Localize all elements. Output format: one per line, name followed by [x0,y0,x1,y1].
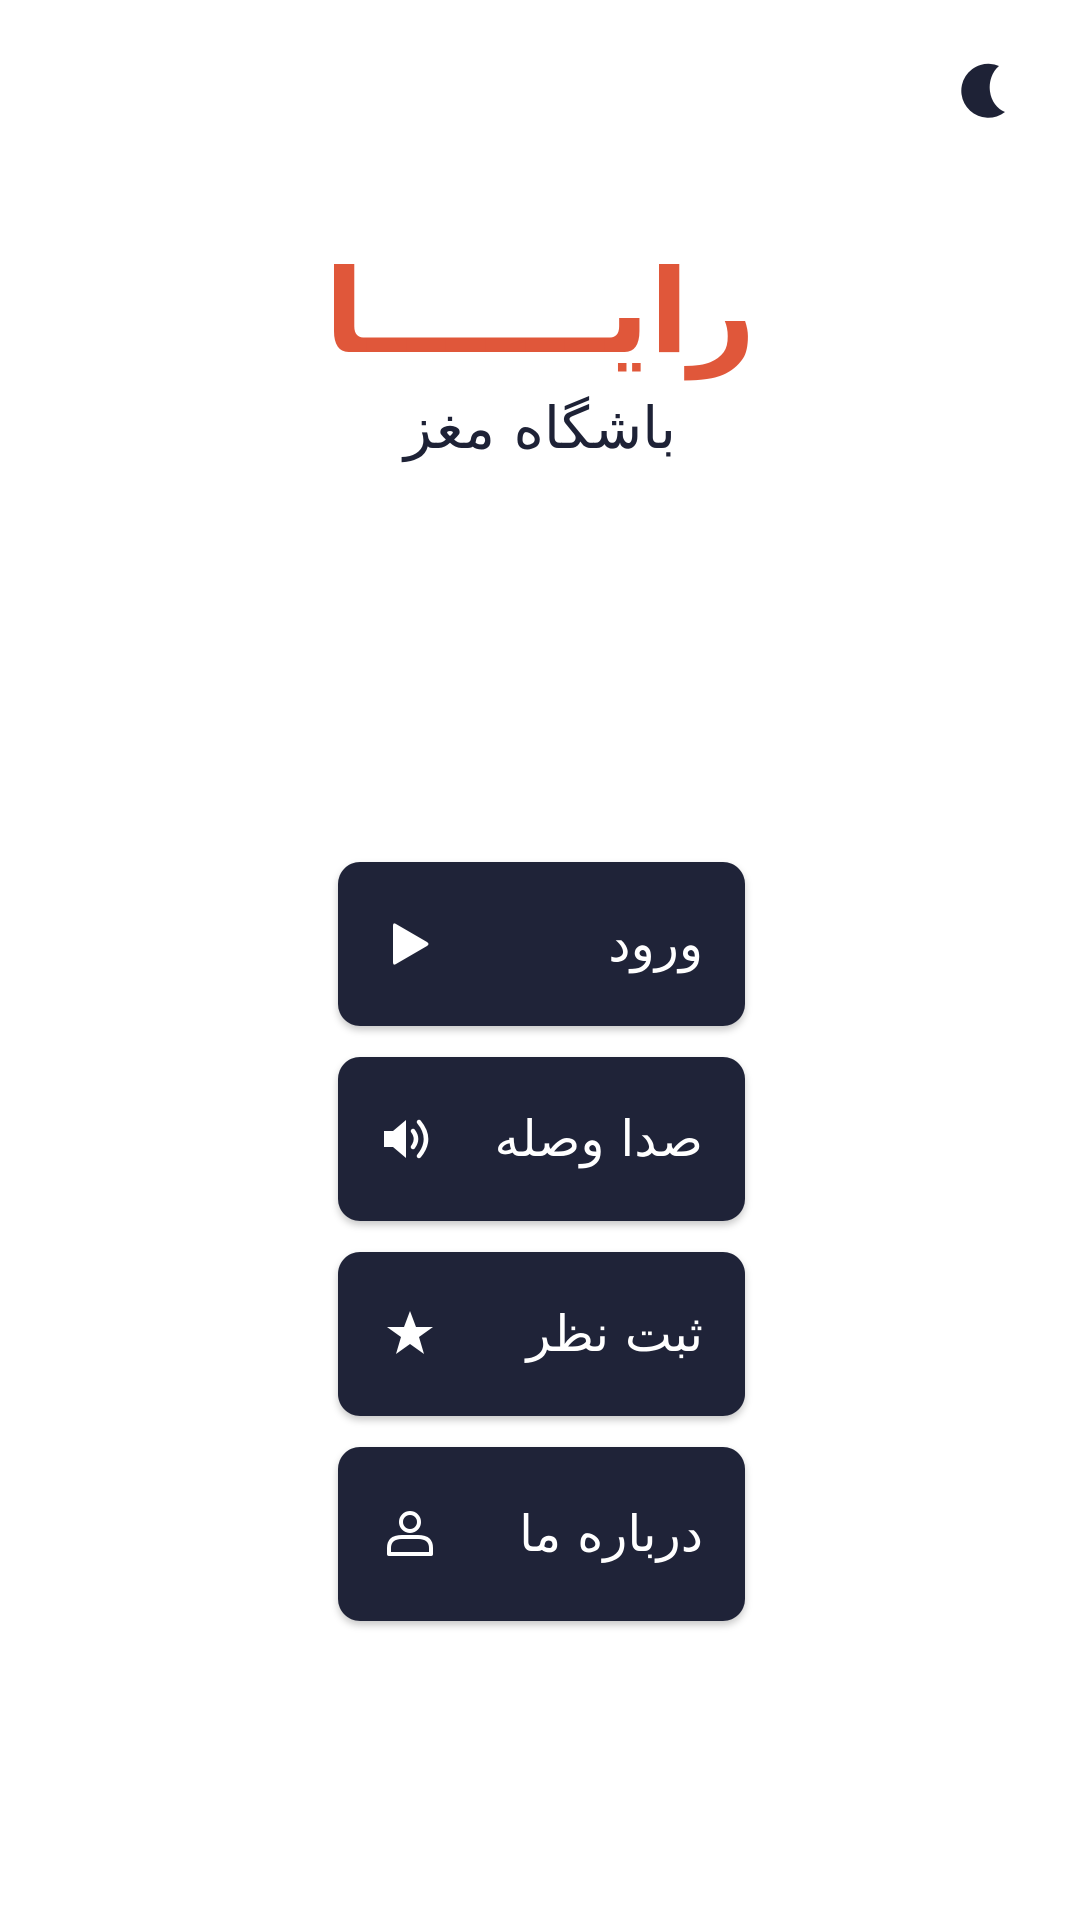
feedback-button[interactable]: ثبت نظر [338,1252,745,1416]
sound-button-label: صدا وصله [494,1110,703,1168]
app-header: رایــــــا باشگاه مغز [0,238,1080,468]
feedback-button-label: ثبت نظر [526,1305,703,1363]
app-title: رایــــــا [324,245,756,380]
about-button-label: درباره ما [519,1505,703,1563]
moon-icon [961,63,1005,118]
about-button[interactable]: درباره ما [338,1447,745,1621]
play-icon [382,916,438,972]
app-subtitle: باشگاه مغز [404,394,676,462]
login-button-label: ورود [608,915,703,973]
sound-button[interactable]: صدا وصله [338,1057,745,1221]
volume-icon [382,1111,438,1167]
login-button[interactable]: ورود [338,862,745,1026]
main-menu: ورود صدا وصله ثبت نظر درباره ما [338,862,745,1652]
user-icon [382,1506,438,1562]
star-icon [382,1306,438,1362]
theme-toggle-button[interactable] [955,60,1017,122]
